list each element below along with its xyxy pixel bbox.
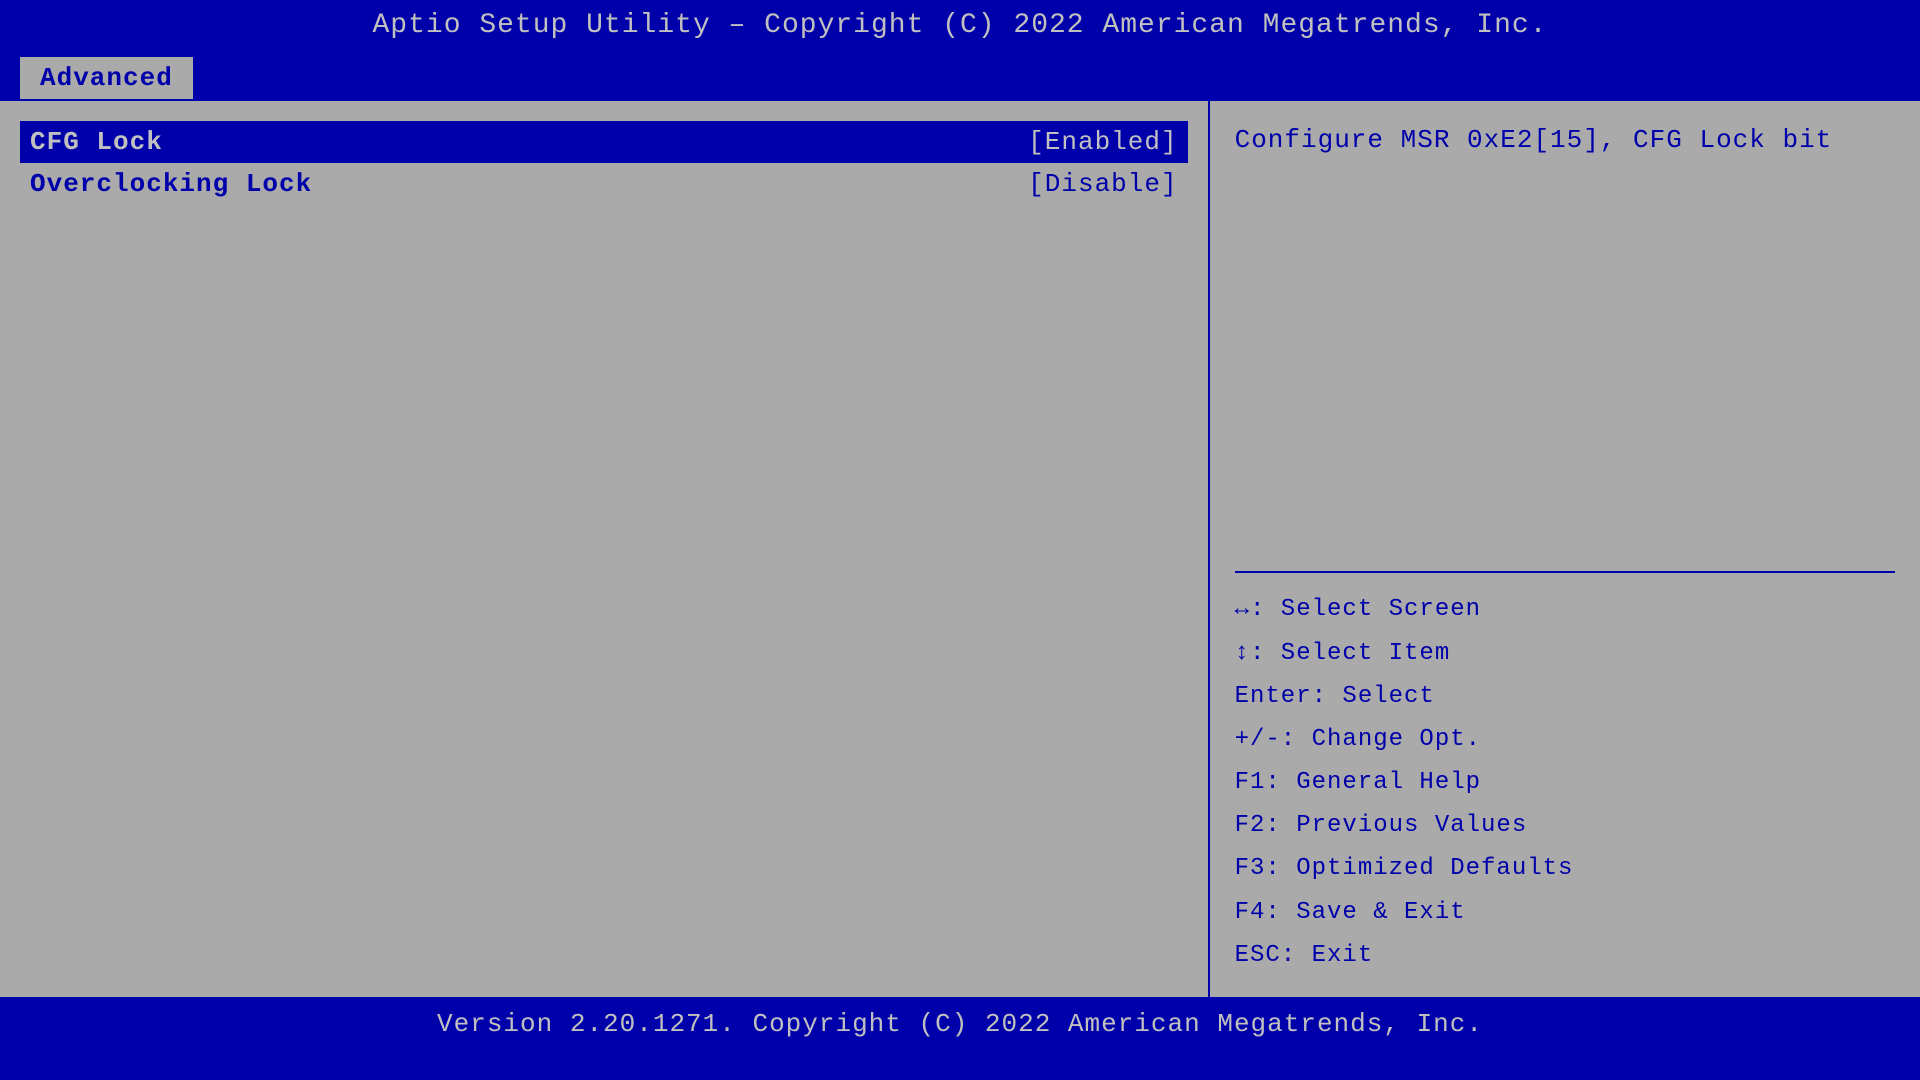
key-hint-5: F2: Previous Values bbox=[1235, 804, 1895, 847]
key-hint-3: +/-: Change Opt. bbox=[1235, 718, 1895, 761]
main-content: CFG Lock [Enabled] Overclocking Lock [Disab… bbox=[0, 99, 1920, 999]
key-hints: ↔: Select Screen↕: Select ItemEnter: Sel… bbox=[1235, 588, 1895, 977]
key-hint-7: F4: Save & Exit bbox=[1235, 891, 1895, 934]
setting-name-1: Overclocking Lock bbox=[30, 169, 312, 199]
help-text: Configure MSR 0xE2[15], CFG Lock bit bbox=[1235, 121, 1895, 556]
tab-bar: Advanced bbox=[0, 51, 1920, 99]
settings-row-1[interactable]: Overclocking Lock [Disable] bbox=[30, 163, 1178, 205]
key-hint-8: ESC: Exit bbox=[1235, 934, 1895, 977]
setting-name-0: CFG Lock bbox=[30, 127, 163, 157]
divider bbox=[1235, 571, 1895, 573]
header-title: Aptio Setup Utility – Copyright (C) 2022… bbox=[0, 0, 1920, 51]
settings-row-0[interactable]: CFG Lock [Enabled] bbox=[20, 121, 1188, 163]
key-hint-6: F3: Optimized Defaults bbox=[1235, 847, 1895, 890]
key-hint-4: F1: General Help bbox=[1235, 761, 1895, 804]
tab-advanced[interactable]: Advanced bbox=[20, 57, 193, 99]
setting-value-1: [Disable] bbox=[1028, 169, 1177, 199]
left-panel: CFG Lock [Enabled] Overclocking Lock [Disab… bbox=[0, 101, 1210, 997]
key-hint-1: ↕: Select Item bbox=[1235, 632, 1895, 675]
key-hint-2: Enter: Select bbox=[1235, 675, 1895, 718]
key-hint-0: ↔: Select Screen bbox=[1235, 588, 1895, 631]
footer-text: Version 2.20.1271. Copyright (C) 2022 Am… bbox=[0, 999, 1920, 1049]
setting-value-0: [Enabled] bbox=[1028, 127, 1177, 157]
right-panel: Configure MSR 0xE2[15], CFG Lock bit ↔: … bbox=[1210, 101, 1920, 997]
